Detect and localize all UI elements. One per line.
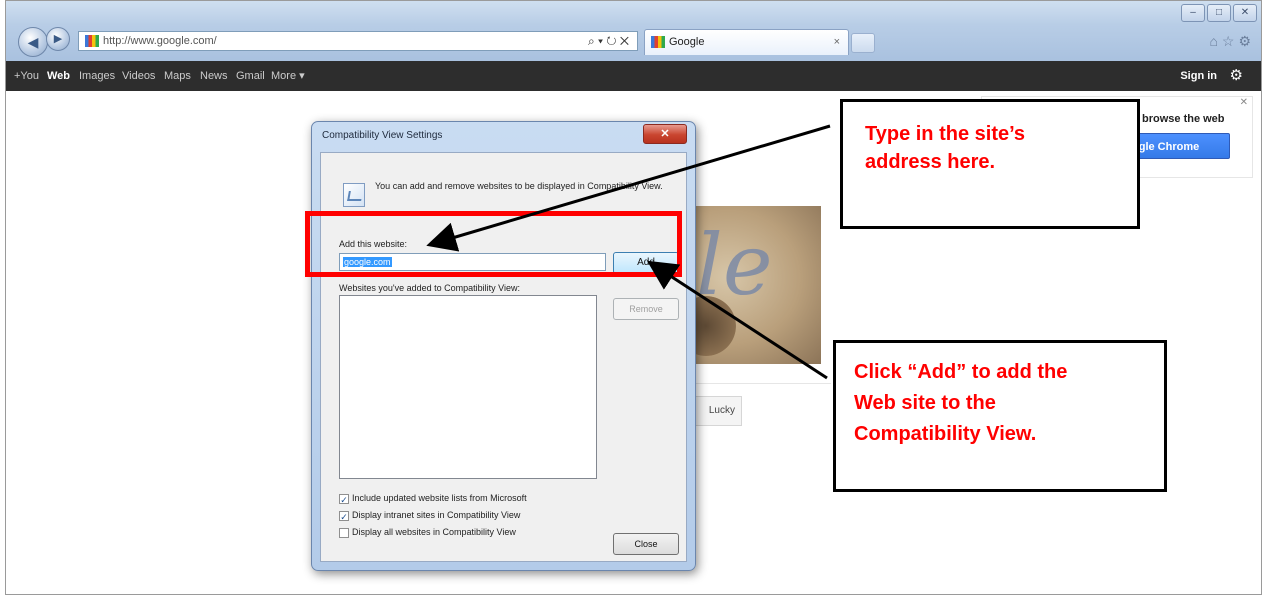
close-icon[interactable]: ✕ bbox=[1240, 97, 1248, 108]
compatibility-view-icon bbox=[343, 183, 365, 207]
tab-label: Google bbox=[669, 36, 705, 48]
gbar-item-web[interactable]: Web bbox=[47, 61, 70, 91]
gbar-item-news[interactable]: News bbox=[200, 61, 228, 91]
tab-close-icon[interactable]: × bbox=[834, 30, 840, 54]
gbar-item-videos[interactable]: Videos bbox=[122, 61, 155, 91]
forward-button[interactable]: ▶ bbox=[46, 27, 70, 51]
checkbox-label: Display all websites in Compatibility Vi… bbox=[352, 527, 516, 537]
callout-line: Compatibility View. bbox=[854, 423, 1037, 445]
website-list-label: Websites you've added to Compatibility V… bbox=[339, 283, 520, 293]
website-list[interactable] bbox=[339, 295, 597, 479]
dialog-close-icon[interactable]: ✕ bbox=[643, 124, 687, 144]
search-divider bbox=[686, 383, 831, 384]
gbar-item-images[interactable]: Images bbox=[79, 61, 115, 91]
remove-button[interactable]: Remove bbox=[613, 298, 679, 320]
new-tab-button[interactable] bbox=[851, 33, 875, 53]
address-url: http://www.google.com/ bbox=[103, 35, 217, 47]
back-button[interactable]: ◀ bbox=[18, 27, 48, 57]
checkbox-row-ms-lists[interactable]: ✓ Include updated website lists from Micr… bbox=[339, 493, 527, 505]
sign-in-link[interactable]: Sign in bbox=[1180, 61, 1217, 91]
google-nav-bar: +You Web Images Videos Maps News Gmail M… bbox=[6, 61, 1261, 91]
callout-line: Type in the site’s bbox=[865, 123, 1026, 145]
dialog-description: You can add and remove websites to be di… bbox=[375, 181, 663, 191]
google-favicon-icon bbox=[85, 35, 99, 47]
tab-google[interactable]: Google × bbox=[644, 29, 849, 55]
intranet-checkbox[interactable]: ✓ bbox=[339, 510, 349, 522]
navigation-buttons: ◀ ▶ bbox=[18, 21, 72, 57]
title-bar: – □ ✕ bbox=[6, 1, 1261, 23]
browser-toolbar: – □ ✕ ◀ ▶ http://www.google.com/ ⌕ ▾ ↻ ✕… bbox=[6, 1, 1261, 61]
gbar-item-more[interactable]: More ▾ bbox=[271, 61, 305, 91]
window-close-button[interactable]: ✕ bbox=[1233, 4, 1257, 22]
gbar-item-you[interactable]: +You bbox=[14, 61, 39, 91]
browser-window: – □ ✕ ◀ ▶ http://www.google.com/ ⌕ ▾ ↻ ✕… bbox=[5, 0, 1262, 595]
callout-line: Click “Add” to add the bbox=[854, 361, 1068, 383]
checkbox-row-intranet[interactable]: ✓ Display intranet sites in Compatibility… bbox=[339, 510, 521, 522]
home-favorites-tools-icons[interactable]: ⌂☆⚙ bbox=[1209, 33, 1255, 50]
compatibility-view-dialog: Compatibility View Settings ✕ You can ad… bbox=[311, 121, 696, 571]
gbar-item-maps[interactable]: Maps bbox=[164, 61, 191, 91]
promo-text: browse the web bbox=[1142, 113, 1225, 125]
maximize-button[interactable]: □ bbox=[1207, 4, 1231, 22]
gear-icon[interactable]: ⚙ bbox=[1230, 61, 1243, 91]
callout-line: Web site to the bbox=[854, 392, 996, 414]
checkbox-label: Include updated website lists from Micro… bbox=[352, 493, 527, 503]
close-button[interactable]: Close bbox=[613, 533, 679, 555]
gbar-item-gmail[interactable]: Gmail bbox=[236, 61, 265, 91]
callout-line: address here. bbox=[865, 151, 996, 173]
highlight-box bbox=[305, 211, 682, 277]
address-tools[interactable]: ⌕ ▾ ↻ ✕ bbox=[588, 31, 629, 51]
checkbox-label: Display intranet sites in Compatibility … bbox=[352, 510, 521, 520]
callout-click-add: Click “Add” to add the Web site to the C… bbox=[833, 340, 1167, 492]
all-websites-checkbox[interactable] bbox=[339, 527, 349, 538]
checkbox-row-all-sites[interactable]: Display all websites in Compatibility Vi… bbox=[339, 527, 516, 538]
minimize-button[interactable]: – bbox=[1181, 4, 1205, 22]
address-bar[interactable]: http://www.google.com/ bbox=[78, 31, 638, 51]
google-favicon-icon bbox=[651, 36, 665, 48]
include-lists-checkbox[interactable]: ✓ bbox=[339, 493, 349, 505]
dialog-title: Compatibility View Settings bbox=[322, 130, 443, 141]
callout-type-address: Type in the site’s address here. bbox=[840, 99, 1140, 229]
